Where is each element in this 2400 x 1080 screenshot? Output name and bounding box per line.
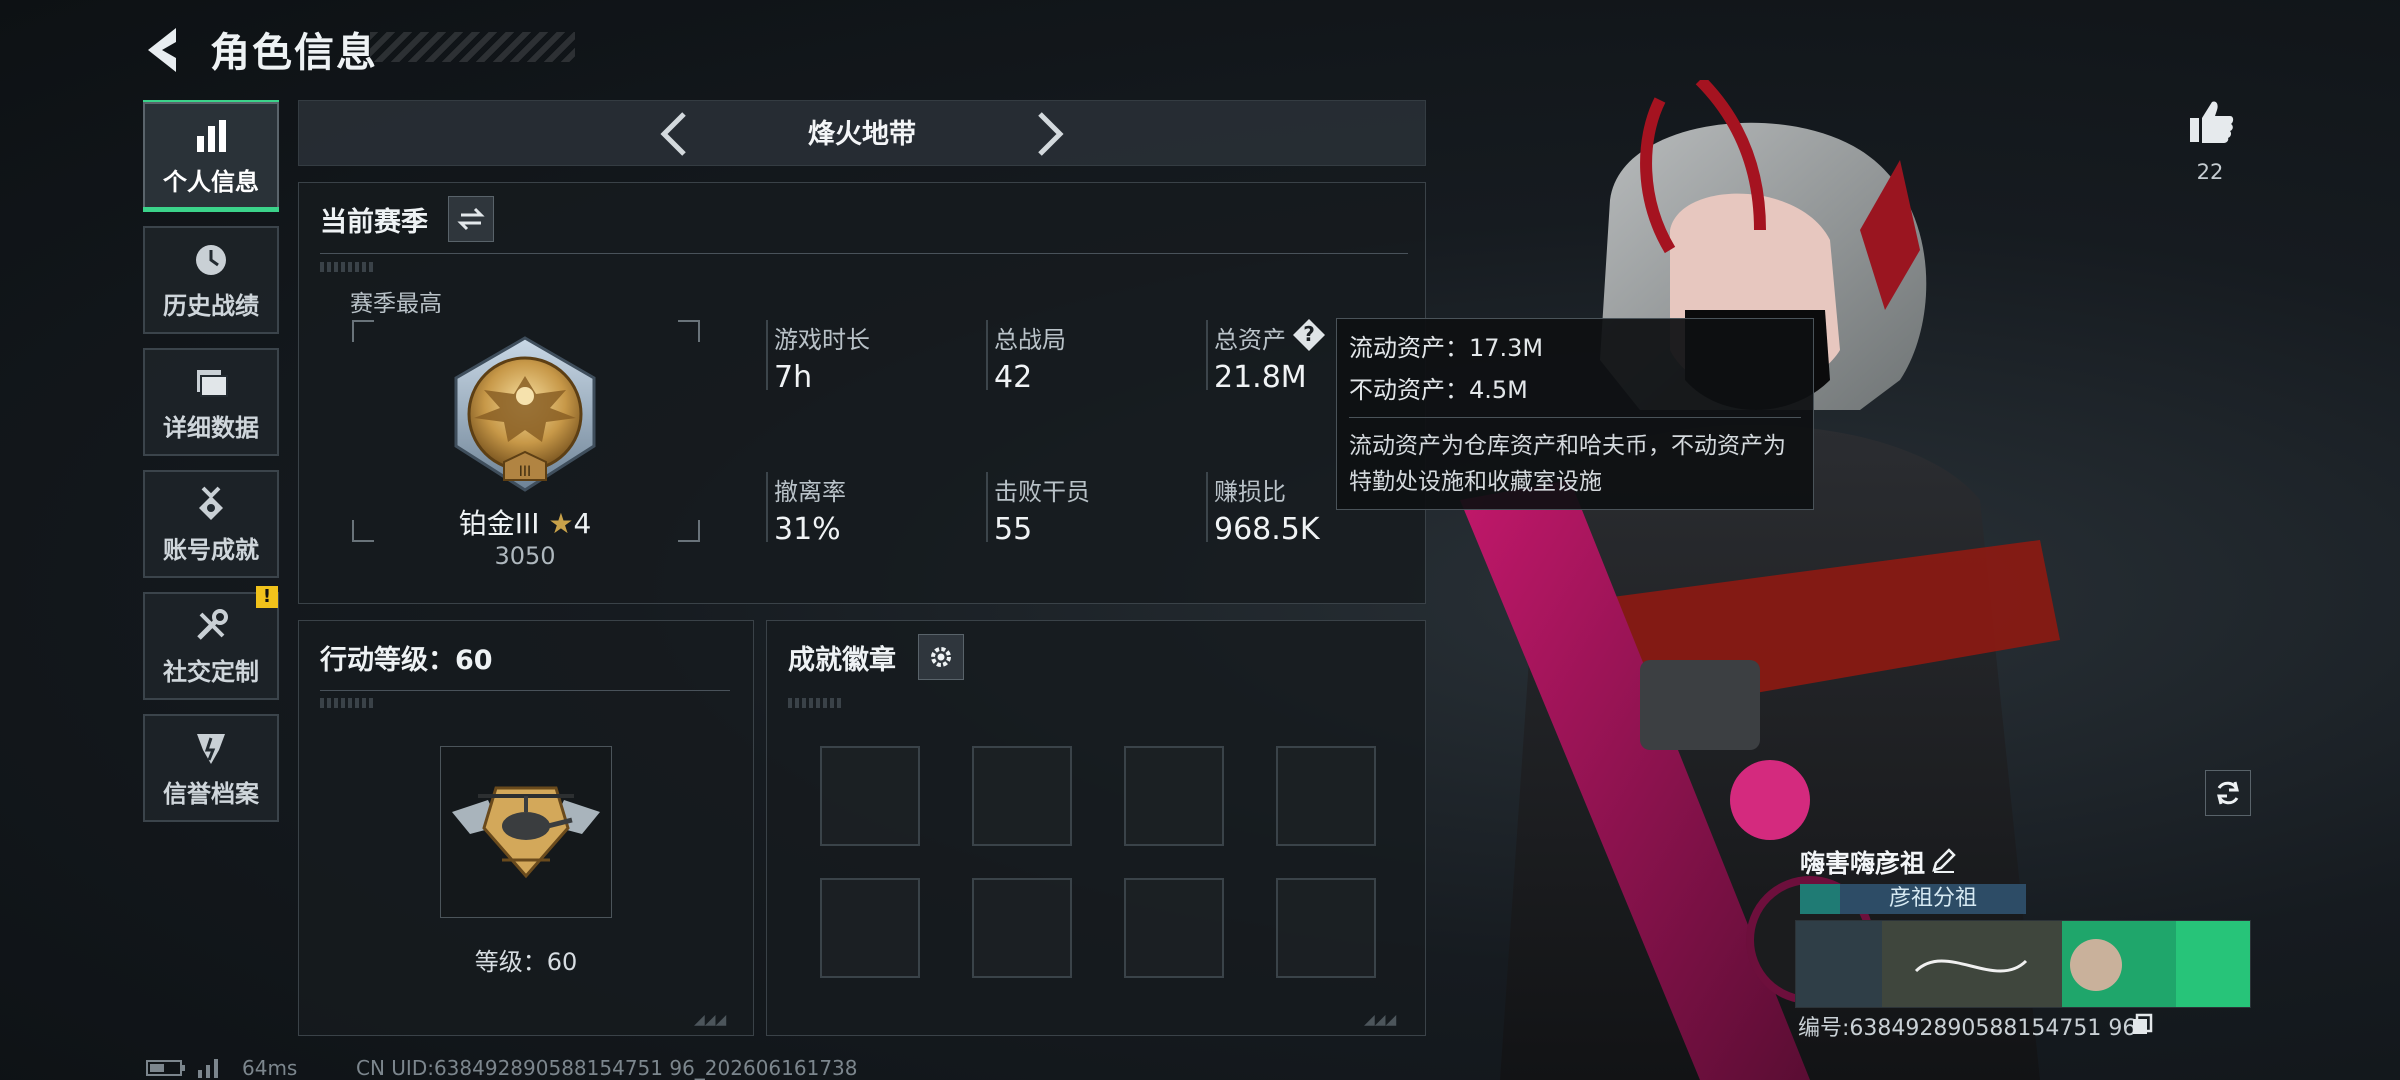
stat-divider (1206, 320, 1208, 390)
stat-divider (986, 320, 988, 390)
stat-label-operators-killed: 击败干员 (994, 478, 1090, 506)
decoration-lines (320, 262, 376, 272)
stat-divider (766, 472, 768, 542)
copy-icon[interactable] (2130, 1012, 2154, 1036)
badge-slot[interactable] (820, 878, 920, 978)
stat-value-extract-rate: 31% (774, 512, 841, 547)
clan-name: 彦祖分祖 (1888, 886, 1977, 911)
rotate-model-button[interactable] (2205, 770, 2251, 816)
sidebar-item-social-custom[interactable]: 社交定制 (143, 592, 279, 700)
stat-label-total-assets: 总资产 (1214, 326, 1286, 354)
sidebar-item-personal-info[interactable]: 个人信息 (143, 100, 279, 212)
thumbs-up-icon (2190, 101, 2234, 143)
badge-slot[interactable] (1124, 878, 1224, 978)
rank-stars: 4 (573, 507, 592, 540)
stat-value-playtime: 7h (774, 360, 813, 395)
badge-slot[interactable] (820, 746, 920, 846)
alert-badge: ! (256, 586, 278, 608)
stat-value-total-matches: 42 (994, 360, 1033, 395)
refresh-icon (2217, 781, 2239, 805)
sidebar-item-label: 账号成就 (163, 535, 259, 564)
stat-value-profit-ratio: 968.5K (1214, 512, 1320, 547)
corner-marks: ◢◢◢ (694, 1012, 727, 1028)
folder-icon (197, 369, 228, 397)
bar-chart-icon (197, 119, 226, 152)
stat-divider (766, 320, 768, 390)
tooltip-description: 流动资产为仓库资产和哈夫币，不动资产为特勤处设施和收藏室设施 (1349, 433, 1786, 495)
medal-icon (199, 486, 223, 520)
title-decoration (370, 32, 575, 62)
badge-settings-button[interactable] (918, 634, 964, 680)
tooltip-liquid-assets: 流动资产：17.3M (1349, 334, 1544, 362)
sidebar-item-label: 历史战绩 (163, 291, 259, 320)
edit-pencil-icon[interactable] (1930, 846, 1958, 874)
switch-season-button[interactable] (448, 196, 494, 242)
player-name-card[interactable] (1795, 920, 2251, 1008)
helicopter-level-emblem-icon (452, 786, 600, 879)
gear-icon (931, 647, 951, 667)
stat-label-total-matches: 总战局 (994, 326, 1066, 354)
decoration-lines (320, 698, 376, 708)
battery-icon (146, 1060, 185, 1076)
platinum-rank-emblem-icon: III (454, 336, 596, 492)
decoration-lines (788, 698, 844, 708)
stat-label-playtime: 游戏时长 (774, 326, 870, 354)
stat-divider (986, 472, 988, 542)
ping-value: 64ms (242, 1056, 298, 1080)
chevron-right-icon[interactable] (1024, 106, 1074, 162)
svg-text:III: III (519, 464, 531, 480)
name-card-artwork (1796, 921, 2250, 1007)
tooltip-divider (1349, 417, 1801, 418)
stat-value-operators-killed: 55 (994, 512, 1033, 547)
badge-slot[interactable] (972, 878, 1072, 978)
sidebar-item-reputation[interactable]: 信誉档案 (143, 714, 279, 822)
sidebar-item-label: 详细数据 (163, 413, 259, 442)
player-name: 嗨害嗨彦祖 (1800, 849, 1926, 878)
action-level-title: 行动等级：60 (320, 645, 493, 676)
stat-value-total-assets: 21.8M (1214, 360, 1307, 395)
switch-icon (457, 207, 485, 231)
star-icon: ★ (548, 507, 574, 540)
tools-icon (197, 608, 228, 640)
season-title: 当前赛季 (320, 207, 428, 238)
uid-text: CN UID:638492890588154751 96_20260616173… (356, 1056, 858, 1080)
help-button[interactable]: ? (1292, 318, 1326, 352)
sidebar-item-achievements[interactable]: 账号成就 (143, 470, 279, 578)
chevron-left-icon[interactable] (650, 106, 700, 162)
action-divider (320, 690, 730, 691)
clock-icon (196, 244, 226, 275)
rank-name: 铂金III (458, 507, 540, 540)
player-id: 编号:638492890588154751 96 (1798, 1016, 2137, 1041)
tooltip-fixed-assets: 不动资产：4.5M (1349, 376, 1528, 404)
stat-label-profit-ratio: 赚损比 (1214, 478, 1286, 506)
stat-label-extract-rate: 撤离率 (774, 478, 846, 506)
mode-name: 烽火地带 (808, 119, 916, 150)
page-title: 角色信息 (210, 30, 378, 76)
sidebar-item-label: 社交定制 (163, 657, 259, 686)
like-count: 22 (2196, 160, 2224, 184)
level-text: 等级：60 (474, 948, 578, 976)
help-mark: ? (1303, 322, 1315, 346)
badges-title: 成就徽章 (788, 645, 896, 676)
back-arrow-icon[interactable] (140, 22, 184, 78)
rank-points: 3050 (494, 542, 556, 570)
stat-divider (1206, 472, 1208, 542)
sidebar-item-label: 信誉档案 (163, 779, 259, 808)
season-best-label: 赛季最高 (350, 291, 442, 317)
sidebar-item-label: 个人信息 (163, 167, 259, 196)
badge-icon (197, 733, 225, 764)
badge-slot[interactable] (1124, 746, 1224, 846)
badge-slot[interactable] (972, 746, 1072, 846)
assets-tooltip: 流动资产：17.3M 不动资产：4.5M 流动资产为仓库资产和哈夫币，不动资产为… (1336, 318, 1814, 510)
like-button[interactable] (2186, 96, 2236, 146)
signal-icon (198, 1059, 218, 1078)
sidebar-item-detail-data[interactable]: 详细数据 (143, 348, 279, 456)
season-divider (320, 253, 1408, 254)
rank-name-line: 铂金III ★4 (440, 502, 610, 542)
sidebar-item-history[interactable]: 历史战绩 (143, 226, 279, 334)
